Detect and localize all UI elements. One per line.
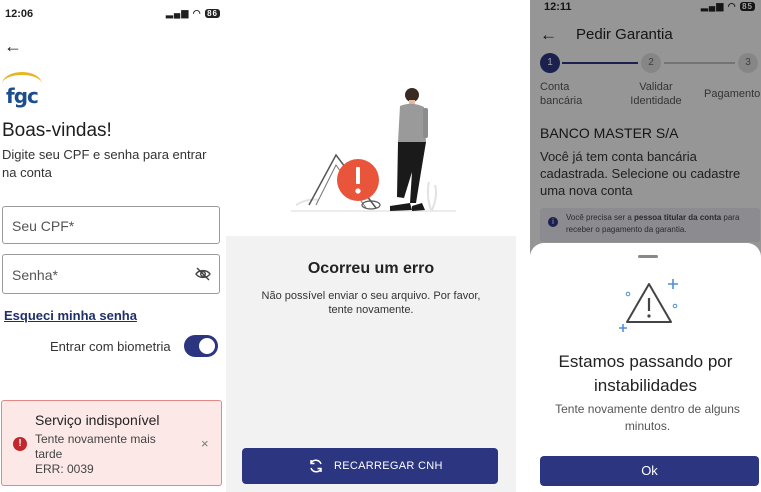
upload-error-screen: Ocorreu um erro Não possível enviar o se… bbox=[226, 0, 516, 492]
status-bar: 12:06 ▂▄▆ ◠ 86 bbox=[0, 0, 226, 28]
reload-label: RECARREGAR CNH bbox=[334, 460, 443, 472]
error-illustration bbox=[226, 0, 516, 236]
status-time: 12:06 bbox=[5, 8, 34, 20]
back-arrow-icon[interactable]: ← bbox=[4, 36, 22, 57]
biometrics-toggle[interactable] bbox=[184, 335, 218, 357]
welcome-heading: Boas-vindas! bbox=[2, 120, 112, 141]
alert-error-code: ERR: 0039 bbox=[35, 462, 94, 476]
logo-text: fgc bbox=[6, 84, 39, 108]
instability-bottom-sheet: Estamos passando por instabilidades Tent… bbox=[530, 243, 761, 492]
sheet-title: Estamos passando por instabilidades bbox=[558, 352, 733, 395]
forgot-password-link[interactable]: Esqueci minha senha bbox=[4, 308, 137, 323]
cpf-label: Seu CPF* bbox=[12, 218, 75, 234]
refresh-icon bbox=[310, 459, 322, 473]
service-unavailable-alert: ! Serviço indisponível Tente novamente m… bbox=[1, 400, 222, 486]
password-input[interactable]: Senha* bbox=[2, 254, 220, 294]
login-screen: 12:06 ▂▄▆ ◠ 86 ← fgc Boas-vindas! Digite… bbox=[0, 0, 226, 492]
ok-button[interactable]: Ok bbox=[540, 456, 759, 486]
eye-off-icon[interactable] bbox=[195, 266, 211, 282]
sheet-handle[interactable] bbox=[638, 255, 658, 258]
warning-icon bbox=[619, 279, 678, 332]
sheet-message: Tente novamente dentro de alguns minutos… bbox=[555, 402, 740, 433]
biometrics-label: Entrar com biometria bbox=[50, 339, 171, 354]
status-icons: ▂▄▆ ◠ 86 bbox=[166, 8, 220, 18]
alert-message: Tente novamente mais tarde bbox=[35, 432, 156, 461]
reload-cnh-button[interactable]: RECARREGAR CNH bbox=[242, 448, 498, 484]
error-title: Ocorreu um erro bbox=[307, 260, 435, 277]
guarantee-screen: 12:11 ▂▄▆ ◠ 85 ← Pedir Garantia 1 2 3 Co… bbox=[530, 0, 761, 492]
error-message: Não possível enviar o seu arquivo. Por f… bbox=[261, 290, 481, 316]
password-label: Senha* bbox=[12, 267, 58, 283]
close-icon[interactable]: × bbox=[201, 436, 209, 451]
cpf-input[interactable]: Seu CPF* bbox=[2, 206, 220, 244]
login-subtitle: Digite seu CPF e senha para entrar na co… bbox=[2, 147, 207, 180]
battery-icon: 86 bbox=[205, 9, 220, 18]
alert-title: Serviço indisponível bbox=[35, 412, 160, 428]
fgc-logo: fgc bbox=[2, 72, 42, 112]
error-icon: ! bbox=[13, 437, 27, 451]
